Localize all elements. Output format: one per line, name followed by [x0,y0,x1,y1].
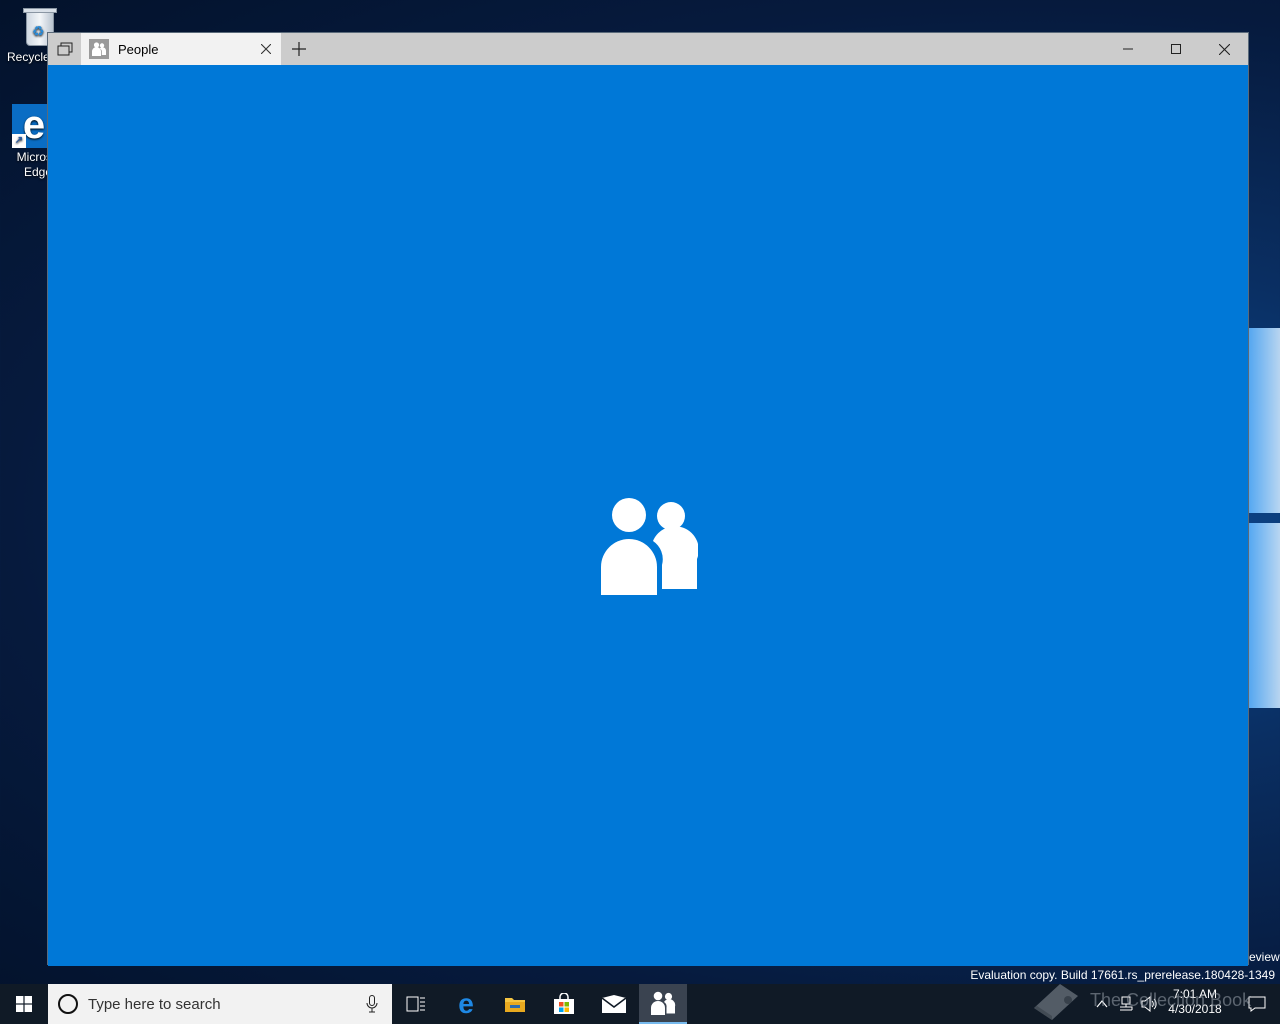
shortcut-arrow-icon: ↗ [12,134,26,148]
search-box[interactable]: Type here to search [48,984,392,1024]
task-view-button[interactable] [392,984,440,1024]
new-tab-button[interactable] [283,33,315,65]
folder-icon [505,998,525,1012]
splash-screen [48,65,1248,966]
close-icon [261,44,271,54]
microphone-icon [366,995,378,1013]
chevron-up-icon [1096,1000,1108,1008]
search-placeholder: Type here to search [88,995,221,1013]
taskbar-mail-button[interactable] [590,984,638,1024]
taskbar-edge-button[interactable]: e [442,984,490,1024]
plus-icon [292,42,306,56]
taskbar-people-button[interactable] [639,984,687,1024]
volume-button[interactable] [1138,984,1162,1024]
mail-icon [602,995,626,1013]
volume-icon [1141,996,1157,1012]
network-button[interactable] [1114,984,1138,1024]
people-icon [651,991,676,1015]
title-bar[interactable]: People [48,33,1248,65]
wallpaper-logo [1248,318,1280,718]
close-button[interactable] [1200,33,1248,65]
people-icon [601,498,698,595]
tab-close-button[interactable] [251,33,281,65]
notification-icon [1248,996,1266,1012]
maximize-icon [1171,44,1181,54]
cortana-icon [58,994,78,1014]
tab-people[interactable]: People [81,33,281,65]
task-view-icon [406,996,425,1012]
evaluation-watermark: Evaluation copy. Build 17661.rs_prerelea… [970,968,1275,982]
preview-text-fragment: eview [1249,950,1280,964]
store-icon [554,993,574,1014]
desktop-icon-label: Micros Edge [16,150,52,179]
set-aside-tabs-button[interactable] [49,33,81,65]
set-aside-tabs-icon [57,42,73,56]
start-button[interactable] [0,984,48,1024]
microphone-button[interactable] [352,984,392,1024]
minimize-icon [1123,48,1133,50]
clock[interactable]: 7:01 AM 4/30/2018 [1160,987,1230,1017]
action-center-button[interactable] [1234,984,1280,1024]
taskbar-file-explorer-button[interactable] [491,984,539,1024]
network-icon [1120,996,1133,1011]
taskbar: Type here to search e 7:01 AM 4/30/2018 [0,984,1280,1024]
close-icon [1218,43,1230,55]
taskbar-store-button[interactable] [540,984,588,1024]
people-window: People [47,32,1249,966]
minimize-button[interactable] [1104,33,1152,65]
tab-title: People [118,41,159,57]
edge-icon: e [458,988,474,1019]
clock-time: 7:01 AM [1172,987,1218,1001]
people-icon [89,39,109,59]
show-hidden-icons-button[interactable] [1090,984,1114,1024]
clock-date: 4/30/2018 [1168,1002,1222,1016]
maximize-button[interactable] [1152,33,1200,65]
windows-logo-icon [16,996,32,1012]
